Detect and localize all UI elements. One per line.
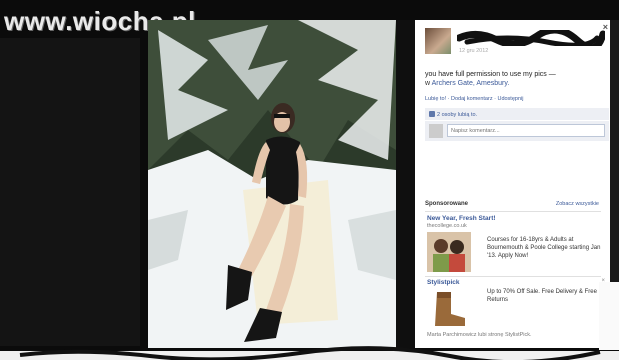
place-name[interactable]: Archers Gate, Amesbury. xyxy=(432,80,510,87)
comment-link[interactable]: Dodaj komentarz xyxy=(451,96,493,102)
likes-summary[interactable]: 2 osoby lubią to. xyxy=(425,108,609,120)
photo-viewer[interactable] xyxy=(148,20,396,348)
snow-photo xyxy=(148,20,396,348)
comment-input[interactable] xyxy=(447,124,605,137)
background-strip-left xyxy=(0,38,140,346)
post-caption: you have full permission to use my pics … xyxy=(425,71,556,78)
bottom-redaction-scribble xyxy=(0,346,619,360)
corner-thumbnail xyxy=(599,282,619,350)
ad-image-boots[interactable] xyxy=(427,288,471,328)
place-prefix: w xyxy=(425,80,431,87)
ad-title[interactable]: New Year, Fresh Start! xyxy=(427,215,496,222)
sponsored-label: Sponsorowane xyxy=(425,201,469,207)
like-link[interactable]: Lubię to! xyxy=(425,96,446,102)
share-link[interactable]: Udostępnij xyxy=(497,96,523,102)
ad-text: Up to 70% Off Sale. Free Delivery & Free… xyxy=(487,289,597,303)
place-link[interactable]: w Archers Gate, Amesbury. xyxy=(425,80,509,87)
poster-avatar[interactable] xyxy=(425,28,451,54)
ad-divider xyxy=(425,276,601,277)
ad-title[interactable]: Stylistpick xyxy=(427,279,460,286)
comment-row xyxy=(425,121,609,141)
post-date: 12 gru 2012 xyxy=(459,48,489,54)
post-actions: Lubię to! · Dodaj komentarz · Udostępnij xyxy=(425,96,524,102)
redaction-scribble xyxy=(457,30,605,46)
ad-text: Courses for 16-18yrs & Adults at Bournem… xyxy=(487,237,601,259)
photo-side-panel: × 12 gru 2012 you have full permission t… xyxy=(415,20,611,348)
sponsored-divider xyxy=(425,211,601,212)
ad-image-college[interactable] xyxy=(427,232,471,272)
thumbs-up-icon xyxy=(429,111,435,117)
ad-social-context: Marta Parchimowicz lubi stronę StylistPi… xyxy=(427,332,532,338)
likes-text: 2 osoby lubią to. xyxy=(437,112,478,118)
ad-domain: thecollege.co.uk xyxy=(427,223,467,229)
background-strip-mid xyxy=(396,20,415,348)
see-all-link[interactable]: Zobacz wszystkie xyxy=(556,201,599,207)
commenter-avatar xyxy=(429,124,443,138)
